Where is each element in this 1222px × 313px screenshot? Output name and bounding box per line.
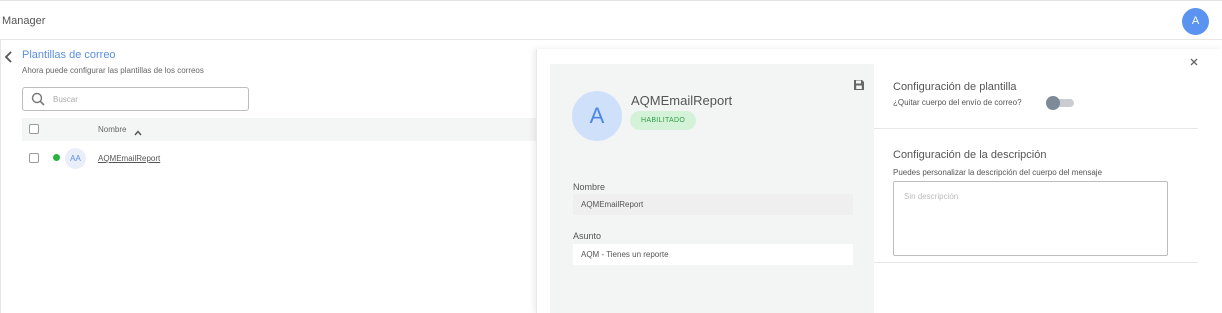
subject-field[interactable]: AQM - Tienes un reporte [573, 244, 853, 265]
template-config-title: Configuración de plantilla [893, 81, 1017, 93]
column-header-name[interactable]: Nombre [98, 125, 126, 134]
table-row[interactable]: AA AQMEmailReport [22, 147, 541, 170]
search-box [22, 87, 249, 111]
template-name-link[interactable]: AQMEmailReport [98, 154, 160, 163]
template-title: AQMEmailReport [631, 93, 733, 108]
top-bar: Manager A [0, 0, 1222, 40]
description-subtitle: Puedes personalizar la descripción del c… [893, 168, 1103, 177]
divider [874, 128, 1198, 129]
config-column: Configuración de plantilla ¿Quitar cuerp… [874, 64, 1198, 313]
name-label: Nombre [573, 182, 606, 192]
sort-up-icon[interactable] [134, 124, 142, 136]
user-avatar[interactable]: A [1182, 8, 1209, 35]
table-header: Nombre [22, 118, 541, 141]
search-icon [31, 92, 45, 106]
page-subtitle: Ahora puede configurar las plantillas de… [22, 66, 204, 75]
subject-label: Asunto [573, 231, 602, 241]
row-checkbox[interactable] [29, 153, 39, 163]
status-dot [53, 154, 60, 161]
template-avatar: A [572, 91, 622, 141]
status-badge: HABILITADO [630, 111, 697, 130]
remove-body-label: ¿Quitar cuerpo del envío de correo? [893, 98, 1022, 107]
save-icon[interactable] [853, 78, 865, 90]
name-field: AQMEmailReport [573, 194, 853, 215]
description-config-title: Configuración de la descripción [893, 149, 1047, 161]
row-avatar: AA [65, 148, 86, 169]
chevron-left-icon[interactable] [4, 50, 14, 63]
select-all-checkbox[interactable] [29, 124, 39, 134]
template-info-card: A AQMEmailReport HABILITADO Nombre AQMEm… [550, 64, 874, 313]
description-textarea[interactable] [893, 181, 1168, 256]
app-name: Manager [2, 15, 46, 27]
page-title: Plantillas de correo [22, 49, 116, 61]
toggle-knob [1046, 96, 1060, 110]
remove-body-toggle[interactable] [1046, 96, 1074, 110]
template-detail-drawer: A AQMEmailReport HABILITADO Nombre AQMEm… [536, 49, 1222, 313]
search-input[interactable] [53, 92, 238, 106]
divider [874, 262, 1198, 263]
templates-list-panel: Plantillas de correo Ahora puede configu… [0, 40, 541, 313]
